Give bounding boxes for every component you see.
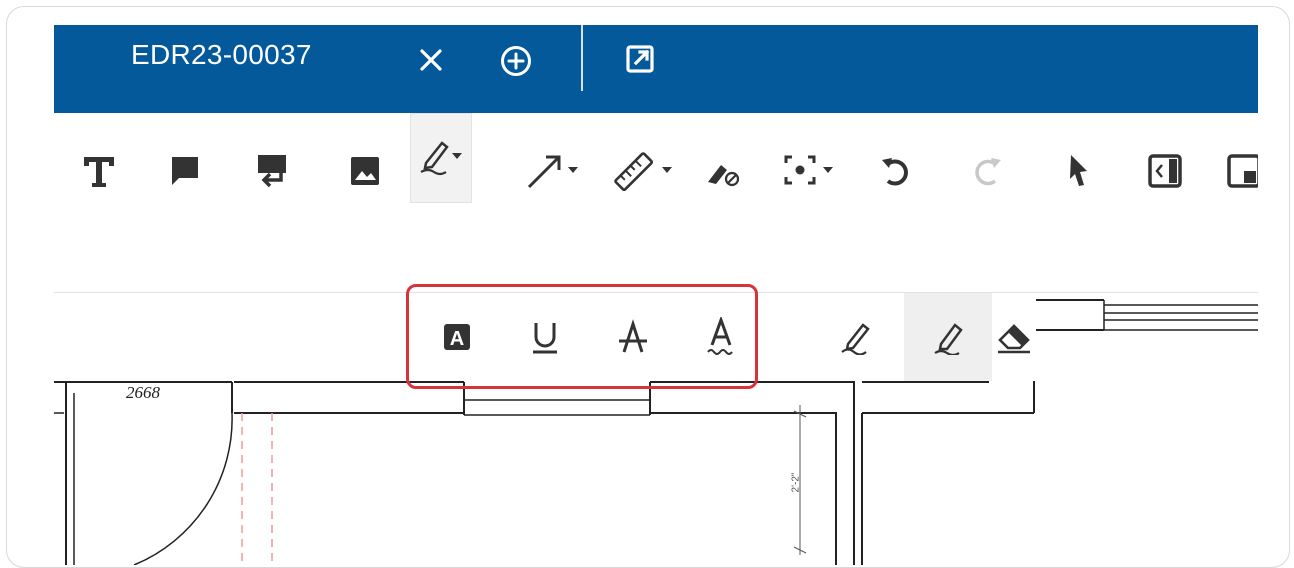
viewer: EDR23-00037 2668 2'-2" A <box>54 25 1258 565</box>
select-tool[interactable] <box>1058 143 1098 203</box>
image-icon <box>348 154 382 193</box>
underline-icon <box>533 323 557 354</box>
text-underline-button[interactable] <box>517 293 573 381</box>
callout-icon <box>255 153 289 194</box>
close-icon[interactable] <box>414 43 448 77</box>
freehand-highlighter-button[interactable] <box>904 293 992 381</box>
door-label: 2668 <box>126 383 160 402</box>
panel-toggle-button[interactable] <box>1224 143 1258 203</box>
pen-icon <box>841 323 870 355</box>
collapse-panel-button[interactable] <box>1144 143 1186 203</box>
eraser-button[interactable] <box>992 293 1036 381</box>
panel-left-icon <box>1147 153 1183 194</box>
pointer-icon <box>1063 151 1093 196</box>
add-circle-icon[interactable] <box>498 43 534 79</box>
svg-text:A: A <box>450 328 464 350</box>
text-tool[interactable] <box>76 143 122 203</box>
document-tab-bar: EDR23-00037 <box>54 25 1258 113</box>
redo-button[interactable] <box>966 143 1010 203</box>
ruler-dropdown-icon <box>612 150 676 197</box>
eraser-cancel-icon <box>700 151 744 196</box>
focus-dropdown-icon <box>781 151 845 196</box>
arrow-dropdown-icon <box>524 150 584 197</box>
markup-subtoolbar: A <box>399 293 1036 381</box>
tab-separator <box>581 25 583 91</box>
text-squiggly-button[interactable] <box>693 293 749 381</box>
comment-tool[interactable] <box>162 143 208 203</box>
document-tab-title[interactable]: EDR23-00037 <box>131 39 312 71</box>
callout-tool[interactable] <box>249 143 295 203</box>
speech-bubble-icon <box>168 154 202 193</box>
capture-tool[interactable] <box>778 143 848 203</box>
text-T-icon <box>79 151 119 196</box>
image-tool[interactable] <box>342 143 388 203</box>
open-external-icon[interactable] <box>622 41 658 77</box>
eraser-icon <box>998 324 1030 354</box>
redo-icon <box>969 152 1007 195</box>
window-frame: EDR23-00037 2668 2'-2" A <box>6 6 1290 568</box>
highlighter-dropdown-icon <box>416 136 466 181</box>
text-highlight-button[interactable]: A <box>429 293 485 381</box>
measure-tool[interactable] <box>609 143 679 203</box>
erase-markup-tool[interactable] <box>696 143 748 203</box>
arrow-tool[interactable] <box>521 143 587 203</box>
freehand-pen-button[interactable] <box>827 293 883 381</box>
dimension-label: 2'-2" <box>790 472 802 493</box>
squiggly-underline-icon <box>707 317 733 355</box>
text-highlight-icon: A <box>444 324 470 350</box>
panel-icon <box>1226 153 1258 194</box>
undo-icon <box>877 152 915 195</box>
markup-tool[interactable] <box>410 113 472 203</box>
undo-button[interactable] <box>874 143 918 203</box>
highlighter-icon <box>934 323 963 355</box>
strikethrough-icon <box>619 319 647 353</box>
text-strikethrough-button[interactable] <box>605 293 661 381</box>
